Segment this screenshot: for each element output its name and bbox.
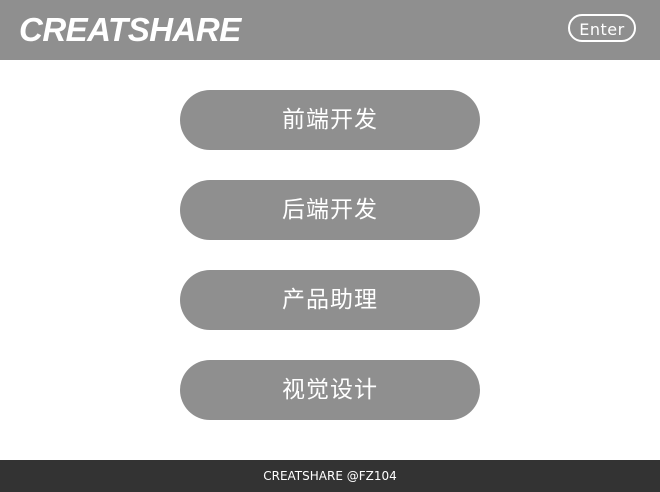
visual-design-button[interactable]: 视觉设计 — [180, 360, 480, 420]
frontend-development-button[interactable]: 前端开发 — [180, 90, 480, 150]
direction-menu: 前端开发 后端开发 产品助理 视觉设计 — [180, 90, 480, 450]
page: CREATSHARE Enter 前端开发 后端开发 产品助理 视觉设计 CRE… — [0, 0, 660, 492]
enter-button[interactable]: Enter — [568, 14, 636, 42]
top-header-bar: CREATSHARE Enter — [0, 0, 660, 60]
creatshare-logo: CREATSHARE — [19, 11, 241, 48]
backend-development-button[interactable]: 后端开发 — [180, 180, 480, 240]
footer-bar: CREATSHARE @FZ104 — [0, 460, 660, 492]
product-assistant-button[interactable]: 产品助理 — [180, 270, 480, 330]
footer-copyright-text: CREATSHARE @FZ104 — [263, 469, 397, 483]
